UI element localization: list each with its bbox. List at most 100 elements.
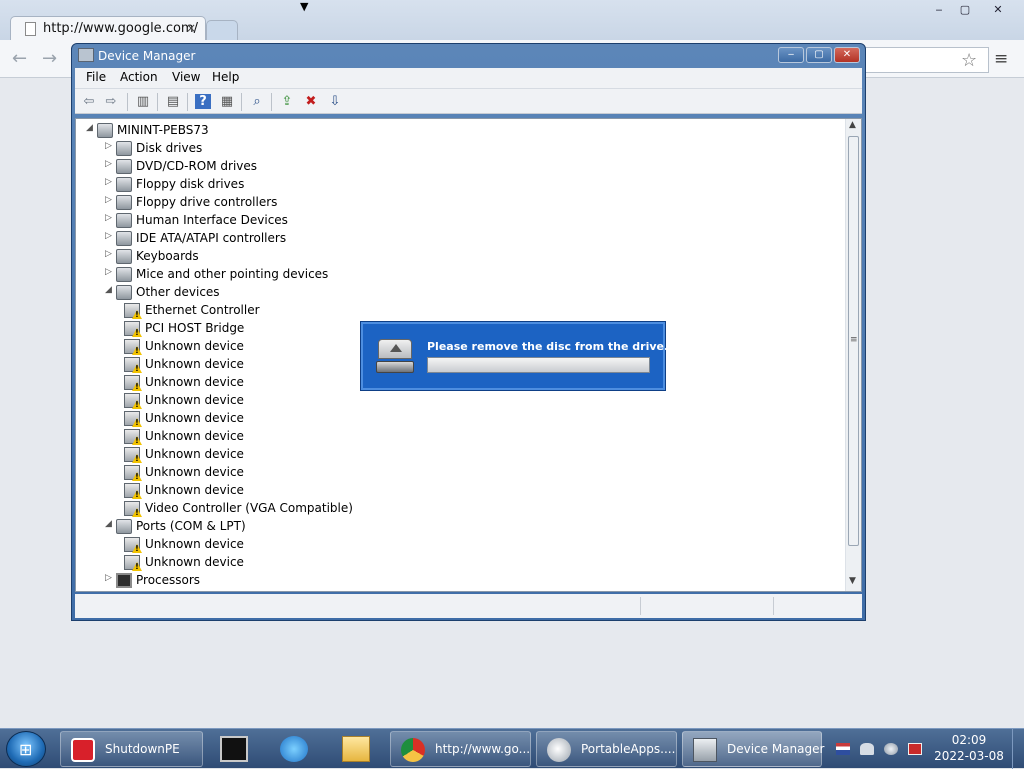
- bookmark-star-icon[interactable]: ☆: [961, 50, 977, 71]
- status-bar: [75, 594, 862, 618]
- forward-icon[interactable]: ⇨: [103, 94, 119, 109]
- browser-maximize-button[interactable]: ▢: [954, 2, 976, 18]
- warning-device-icon: [124, 555, 140, 570]
- eject-progress-bar: [427, 357, 650, 373]
- tree-item-label: Unknown device: [145, 357, 244, 371]
- forward-arrow-icon[interactable]: →: [42, 48, 57, 69]
- back-icon[interactable]: ⇦: [81, 94, 97, 109]
- browser-tab-title: http://www.google.com/: [43, 21, 198, 36]
- window-title: Device Manager: [98, 49, 196, 63]
- human-interface-devices-icon: [116, 213, 132, 228]
- maximize-button[interactable]: ▢: [806, 47, 832, 63]
- disk-drives-icon: [116, 141, 132, 156]
- warning-device-icon: [124, 303, 140, 318]
- scroll-grip-icon: ≡: [850, 335, 858, 345]
- taskbar-pin-explorer[interactable]: [334, 733, 378, 765]
- taskbar-button-portableapps[interactable]: PortableApps....: [536, 731, 677, 767]
- network-globe-icon: [280, 736, 308, 762]
- floppy-disk-drives-icon: [116, 177, 132, 192]
- keyboards-icon: [116, 249, 132, 264]
- tree-item-label: Other devices: [136, 285, 220, 299]
- menu-action[interactable]: Action: [120, 70, 158, 84]
- start-button[interactable]: ⊞: [6, 731, 46, 767]
- taskbar-clock[interactable]: 02:09 2022-03-08: [928, 733, 1010, 765]
- show-desktop-button[interactable]: [1012, 729, 1024, 769]
- ide-ata-atapi-controllers-icon: [116, 231, 132, 246]
- warning-device-icon: [124, 483, 140, 498]
- collapsed-arrow-icon[interactable]: ▷: [105, 195, 115, 205]
- update-driver-icon[interactable]: ⇪: [279, 94, 295, 109]
- floppy-drive-controllers-icon: [116, 195, 132, 210]
- collapsed-arrow-icon[interactable]: ▷: [105, 573, 115, 583]
- new-tab-button[interactable]: [206, 20, 238, 40]
- tree-item-label: Processors: [136, 573, 201, 587]
- warning-device-icon: [124, 411, 140, 426]
- browser-tab-google[interactable]: http://www.google.com/ ×: [10, 16, 206, 42]
- volume-icon[interactable]: [884, 743, 898, 755]
- taskbar-button-browser[interactable]: http://www.go...: [390, 731, 531, 767]
- scroll-down-icon[interactable]: ▼: [849, 576, 856, 586]
- tree-item-label: Unknown device: [145, 393, 244, 407]
- tree-item-label: Floppy drive controllers: [136, 195, 278, 209]
- uninstall-icon[interactable]: ✖: [303, 94, 319, 109]
- device-manager-icon: [693, 738, 717, 762]
- tree-item-label: Unknown device: [145, 555, 244, 569]
- taskbar: ⊞ ShutdownPE http://www.go... PortableAp…: [0, 728, 1024, 769]
- address-bar[interactable]: ☆: [865, 47, 989, 73]
- tree-item-label: MININT-PEBS73: [117, 123, 209, 137]
- toolbar: ⇦ ⇨ ▥ ▤ ? ▦ ⌕ ⇪ ✖ ⇩: [75, 88, 862, 114]
- properties-icon[interactable]: ▤: [165, 94, 181, 109]
- taskbar-pin-network[interactable]: [272, 733, 316, 765]
- back-arrow-icon[interactable]: ←: [12, 48, 27, 69]
- disable-device-icon[interactable]: ⇩: [327, 94, 343, 109]
- collapsed-arrow-icon[interactable]: ▷: [105, 213, 115, 223]
- minimize-button[interactable]: ‒: [778, 47, 804, 63]
- console-tree-icon[interactable]: ▥: [135, 94, 151, 109]
- collapsed-arrow-icon[interactable]: ▷: [105, 177, 115, 187]
- expanded-arrow-icon[interactable]: ◢: [105, 285, 115, 295]
- action-pane-icon[interactable]: ▦: [219, 94, 235, 109]
- processor-icon: [116, 573, 132, 588]
- collapsed-arrow-icon[interactable]: ▷: [105, 249, 115, 259]
- taskbar-button-shutdownpe[interactable]: ShutdownPE: [60, 731, 203, 767]
- language-flag-icon[interactable]: [836, 743, 850, 755]
- tab-close-icon[interactable]: ×: [186, 21, 196, 35]
- menu-view[interactable]: View: [172, 70, 200, 84]
- close-button[interactable]: ✕: [834, 47, 860, 63]
- toolbar-separator: [127, 93, 128, 111]
- expanded-arrow-icon[interactable]: ◢: [105, 519, 115, 529]
- device-manager-titlebar[interactable]: Device Manager ‒ ▢ ✕: [72, 44, 865, 68]
- collapsed-arrow-icon[interactable]: ▷: [105, 267, 115, 277]
- taskbar-button-label: Device Manager: [727, 742, 825, 756]
- collapsed-arrow-icon[interactable]: ▷: [105, 231, 115, 241]
- chrome-icon: [401, 738, 425, 762]
- menu-file[interactable]: File: [86, 70, 106, 84]
- expanded-arrow-icon[interactable]: ◢: [86, 123, 96, 133]
- taskbar-pin-cmd[interactable]: [212, 733, 256, 765]
- help-icon[interactable]: ?: [195, 94, 211, 109]
- explorer-folder-icon: [342, 736, 370, 762]
- network-icon[interactable]: [860, 743, 874, 755]
- scan-hardware-icon[interactable]: ⌕: [249, 94, 265, 109]
- browser-menu-icon[interactable]: ≡: [994, 49, 1008, 69]
- windows-logo-icon: ⊞: [19, 740, 33, 759]
- browser-close-button[interactable]: ✕: [986, 2, 1010, 18]
- tree-item-label: Unknown device: [145, 375, 244, 389]
- collapsed-arrow-icon[interactable]: ▷: [105, 159, 115, 169]
- tree-item-label: IDE ATA/ATAPI controllers: [136, 231, 287, 245]
- taskbar-button-label: ShutdownPE: [105, 742, 180, 756]
- vertical-scrollbar[interactable]: ▲ ≡ ▼: [845, 119, 861, 591]
- safely-remove-icon[interactable]: [908, 743, 922, 755]
- scroll-up-icon[interactable]: ▲: [849, 120, 856, 130]
- taskbar-button-device-manager[interactable]: Device Manager: [682, 731, 825, 767]
- menu-help[interactable]: Help: [212, 70, 239, 84]
- collapsed-arrow-icon[interactable]: ▷: [105, 141, 115, 151]
- other-devices-icon: [116, 285, 132, 300]
- scrollbar-thumb[interactable]: ≡: [848, 136, 859, 546]
- toolbar-separator: [187, 93, 188, 111]
- warning-device-icon: [124, 447, 140, 462]
- tree-item-label: Unknown device: [145, 429, 244, 443]
- browser-minimize-button[interactable]: ‒: [928, 2, 950, 18]
- eject-drive-icon: [376, 339, 414, 375]
- tree-item-label: Mice and other pointing devices: [136, 267, 329, 281]
